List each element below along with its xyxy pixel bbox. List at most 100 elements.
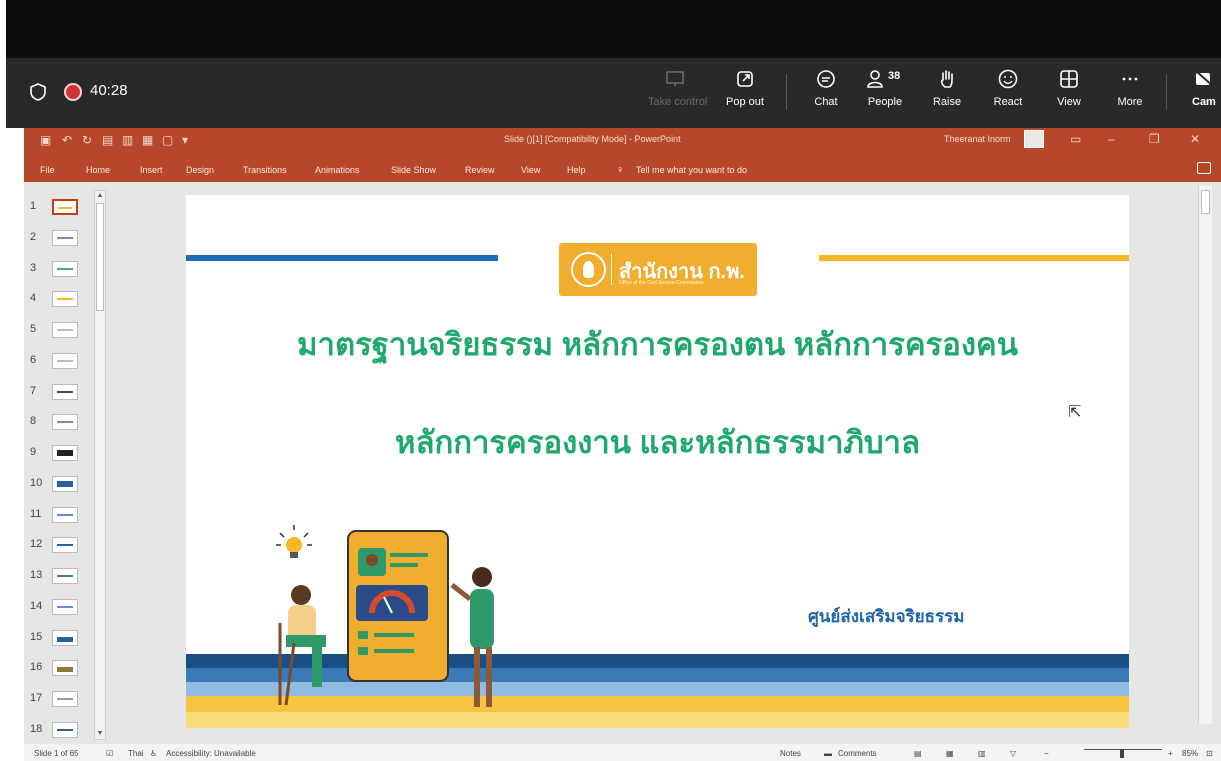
thumbnail-image <box>52 322 78 338</box>
thumbnail-image <box>52 414 78 430</box>
normal-view-icon[interactable]: ▤ <box>914 749 922 758</box>
slide-thumbnail-pane: 1 2 3 4 5 6 7 8 9 10 11 12 13 14 15 16 1… <box>24 182 108 744</box>
zoom-level[interactable]: 85% <box>1182 749 1198 758</box>
language-indicator[interactable]: Thai <box>128 749 144 758</box>
tab-animations[interactable]: Animations <box>315 165 360 175</box>
ocsc-seal-icon <box>571 252 606 287</box>
powerpoint-title-bar: ▣ ↶ ↻ ▤ ▥ ▦ ▢ ▾ Slide ()[1] [Compatibili… <box>24 128 1221 152</box>
redo-icon[interactable]: ↻ <box>82 133 92 147</box>
people-button[interactable]: 38 People <box>858 68 912 118</box>
people-icon <box>867 70 883 88</box>
thumbnail-image <box>52 507 78 523</box>
slide-scrollbar[interactable] <box>1198 186 1212 724</box>
thumbnail-image <box>52 476 78 492</box>
thumbnail-image <box>52 445 78 461</box>
quick-print-icon[interactable]: ▦ <box>142 133 153 147</box>
zoom-out-icon[interactable]: − <box>1044 749 1049 758</box>
more-icon <box>1122 77 1138 81</box>
reading-view-icon[interactable]: ▥ <box>978 749 986 758</box>
slide-canvas[interactable]: สำนักงาน ก.พ. Office of the Civil Servic… <box>186 195 1129 728</box>
take-control-icon <box>666 71 684 86</box>
lightbulb-icon <box>276 525 312 558</box>
react-button[interactable]: React <box>981 68 1035 118</box>
start-from-beginning-icon[interactable]: ▤ <box>102 133 113 147</box>
shield-icon[interactable] <box>28 82 48 102</box>
ribbon-tabs: File Home Insert Design Transitions Anim… <box>24 152 1221 182</box>
scrollbar-thumb[interactable] <box>96 203 104 311</box>
undo-icon[interactable]: ↶ <box>62 133 72 147</box>
tab-insert[interactable]: Insert <box>140 165 163 175</box>
user-name[interactable]: Theeranat Inorm <box>944 134 1011 144</box>
document-title: Slide ()[1] [Compatibility Mode] - Power… <box>504 134 681 144</box>
decorative-blue-line <box>186 255 498 261</box>
more-button[interactable]: More <box>1103 68 1157 118</box>
tab-review[interactable]: Review <box>465 165 495 175</box>
slide-title-line-2: หลักการครองงาน และหลักธรรมาภิบาล <box>395 425 920 460</box>
minimize-icon[interactable]: – <box>1108 132 1115 146</box>
teams-meeting-bar: 40:28 Take control Pop out Chat 38 Peopl… <box>6 58 1221 128</box>
slide-sorter-icon[interactable]: ▦ <box>946 749 954 758</box>
camera-button[interactable]: Cam <box>1178 68 1221 118</box>
zoom-slider-thumb[interactable] <box>1120 749 1124 758</box>
accessibility-status[interactable]: Accessibility: Unavailable <box>166 749 256 758</box>
thumbnail-image <box>52 353 78 369</box>
spelling-check-icon[interactable]: ☑ <box>106 749 113 758</box>
thumbnail-image <box>52 230 78 246</box>
scroll-up-icon[interactable]: ▲ <box>96 192 104 200</box>
thumbnail-image <box>52 599 78 615</box>
thumbnail-image <box>52 537 78 553</box>
scrollbar-thumb[interactable] <box>1201 190 1210 214</box>
zoom-in-icon[interactable]: + <box>1168 749 1173 758</box>
ribbon-display-options-icon[interactable]: ▭ <box>1070 132 1081 146</box>
restore-icon[interactable]: ❐ <box>1149 132 1160 146</box>
view-button[interactable]: View <box>1042 68 1096 118</box>
comments-icon[interactable] <box>1197 162 1211 174</box>
tab-view[interactable]: View <box>521 165 540 175</box>
save-icon[interactable]: ▣ <box>40 133 51 147</box>
thumbnail-image <box>52 722 78 738</box>
tab-file[interactable]: File <box>40 165 55 175</box>
thumbnail-image <box>52 660 78 676</box>
thumbnail-image <box>52 261 78 277</box>
top-black-bar <box>0 0 1221 58</box>
chat-button[interactable]: Chat <box>799 68 853 118</box>
pop-out-button[interactable]: Pop out <box>718 68 772 118</box>
divider <box>1166 74 1167 110</box>
divider <box>786 74 787 110</box>
grid-view-icon <box>1060 70 1078 88</box>
screen: 40:28 Take control Pop out Chat 38 Peopl… <box>0 0 1221 761</box>
thumbnail-image <box>52 199 78 215</box>
chat-icon <box>817 70 835 88</box>
comments-button[interactable]: Comments <box>838 749 877 758</box>
pop-out-icon <box>737 71 753 87</box>
thumbnail-image <box>52 291 78 307</box>
tab-help[interactable]: Help <box>567 165 586 175</box>
tell-me-search[interactable]: Tell me what you want to do <box>636 165 747 175</box>
lightbulb-icon: ♀ <box>616 164 625 176</box>
logo-separator <box>611 254 612 285</box>
logo-subtitle: Office of the Civil Service Commission <box>619 280 704 286</box>
customize-qat-icon[interactable]: ▾ <box>182 133 188 147</box>
comments-icon: ▬ <box>824 749 832 758</box>
print-preview-icon[interactable]: ▥ <box>122 133 133 147</box>
avatar[interactable] <box>1024 130 1044 148</box>
close-icon[interactable]: ✕ <box>1190 132 1200 146</box>
tab-transitions[interactable]: Transitions <box>243 165 287 175</box>
smiley-icon <box>998 69 1018 89</box>
take-control-button[interactable]: Take control <box>648 68 707 118</box>
raise-hand-button[interactable]: Raise <box>920 68 974 118</box>
notes-button[interactable]: Notes <box>780 749 801 758</box>
mouse-pointer-icon: ⇱ <box>1068 404 1082 421</box>
camera-icon <box>1195 70 1215 88</box>
thumbnail-image <box>52 630 78 646</box>
scroll-down-icon[interactable]: ▼ <box>96 730 104 738</box>
slideshow-icon[interactable]: ▽ <box>1010 749 1016 758</box>
fit-to-window-icon[interactable]: ⊡ <box>1206 749 1213 758</box>
tab-home[interactable]: Home <box>86 165 110 175</box>
tab-design[interactable]: Design <box>186 165 214 175</box>
thumbnail-scrollbar[interactable]: ▲ ▼ <box>94 190 106 740</box>
ocsc-logo: สำนักงาน ก.พ. Office of the Civil Servic… <box>559 243 757 296</box>
tab-slide-show[interactable]: Slide Show <box>391 165 436 175</box>
new-file-icon[interactable]: ▢ <box>162 133 173 147</box>
evaluation-illustration <box>276 525 494 707</box>
